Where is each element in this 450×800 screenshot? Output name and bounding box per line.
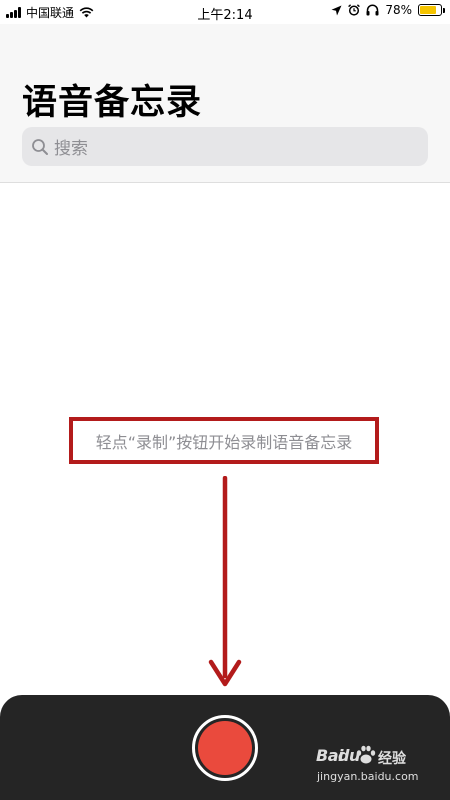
headphones-icon: [366, 4, 379, 16]
header: 语音备忘录 搜索: [0, 24, 450, 183]
baidu-jingyan-watermark: Bai du 经验 jingyan.baidu.com: [316, 744, 436, 790]
battery-icon: [418, 4, 445, 16]
page-title: 语音备忘录: [22, 83, 203, 123]
status-bar: 中国联通 上午2:14 78%: [0, 0, 450, 24]
location-arrow-icon: [331, 5, 342, 16]
status-right: 78%: [331, 3, 445, 17]
search-field[interactable]: 搜索: [22, 127, 428, 166]
battery-percent: 78%: [385, 3, 412, 17]
battery-cap: [443, 8, 445, 13]
search-icon: [31, 138, 49, 156]
watermark-logo-suffix: du: [338, 746, 360, 765]
search-placeholder: 搜索: [54, 139, 88, 159]
battery-level-fill: [420, 6, 436, 14]
empty-state-hint: 轻点“录制”按钮开始录制语音备忘录: [95, 432, 353, 452]
hint-annotation-box: 轻点“录制”按钮开始录制语音备忘录: [69, 417, 379, 464]
watermark-brand: 经验: [378, 751, 406, 767]
watermark-url: jingyan.baidu.com: [317, 770, 419, 783]
down-arrow-annotation: [208, 476, 242, 687]
record-button[interactable]: [192, 715, 258, 781]
record-icon: [198, 721, 252, 775]
alarm-icon: [348, 4, 361, 16]
